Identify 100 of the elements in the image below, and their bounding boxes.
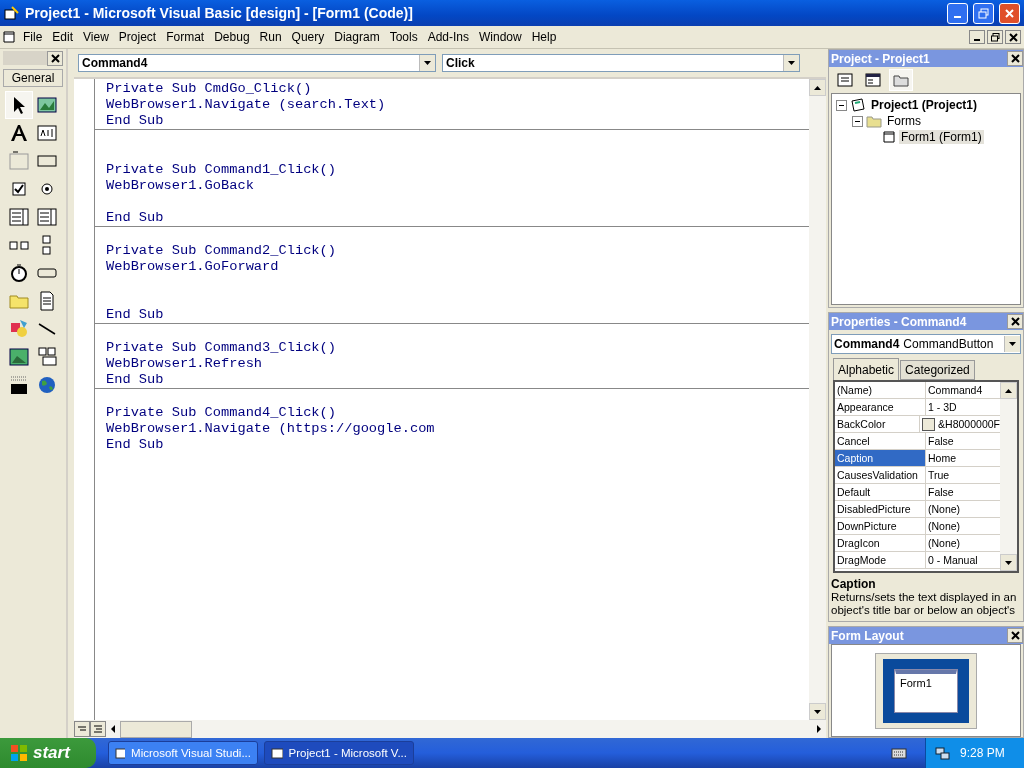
menu-item[interactable]: Add-Ins	[423, 30, 473, 44]
property-name[interactable]: DragIcon	[835, 535, 926, 552]
picture-icon	[37, 95, 57, 115]
data-icon	[37, 347, 57, 367]
taskbar-button[interactable]: Project1 - Microsoft V...	[264, 741, 414, 765]
property-value[interactable]: &H8000000F	[920, 416, 1000, 433]
close-button[interactable]	[1005, 30, 1021, 44]
tab[interactable]: Alphabetic	[833, 358, 900, 381]
property-name[interactable]: Default	[835, 484, 926, 501]
description-title: Caption	[831, 577, 877, 592]
listbox-icon	[37, 207, 57, 227]
windows-logo-icon	[10, 744, 28, 762]
timer-icon	[9, 263, 29, 283]
property-name[interactable]: Cancel	[835, 433, 926, 450]
close-button[interactable]	[1007, 51, 1023, 66]
property-name[interactable]: DragMode	[835, 552, 926, 569]
property-value[interactable]: False	[926, 484, 1000, 501]
app-icon	[115, 746, 126, 760]
close-icon	[1008, 32, 1018, 42]
menu-item[interactable]: Tools	[385, 30, 422, 44]
caret-icon	[814, 709, 821, 714]
code-line: WebBrowser1.Navigate (https://google.com	[106, 421, 436, 437]
tool-button[interactable]	[5, 91, 33, 119]
menu-item[interactable]: Format	[162, 30, 209, 44]
code-line: Private Sub Command3_Click()	[106, 340, 337, 356]
scrollbar-thumb[interactable]	[120, 720, 192, 738]
form-icon	[882, 130, 896, 144]
close-button[interactable]	[1007, 628, 1023, 644]
vertical-scrollbar[interactable]	[809, 79, 826, 720]
property-value[interactable]: (None)	[926, 518, 1000, 535]
code-line: Private Sub Command1_Click()	[106, 162, 337, 178]
network-icon[interactable]	[934, 745, 950, 761]
tree-item[interactable]: Form1 (Form1)	[899, 130, 984, 144]
code-line: WebBrowser1.GoForward	[106, 259, 280, 275]
taskbar-button[interactable]: Microsoft Visual Studi...	[108, 741, 258, 765]
menu-item[interactable]: Diagram	[330, 30, 384, 44]
property-name[interactable]: Appearance	[835, 399, 926, 416]
property-name[interactable]: DisabledPicture	[835, 501, 926, 518]
folder-icon	[893, 73, 909, 87]
shapes-icon	[9, 319, 29, 339]
full-module-view-button[interactable]	[90, 721, 106, 737]
menu-item[interactable]: File	[19, 30, 47, 44]
toggle-folders-button[interactable]	[889, 69, 913, 91]
property-value[interactable]: 1 - 3D	[926, 399, 1000, 416]
globe-icon	[37, 375, 57, 395]
label-icon	[9, 123, 29, 143]
app-icon	[271, 746, 283, 760]
caret-icon	[1005, 388, 1012, 393]
menu-item[interactable]: View	[79, 30, 113, 44]
object-combo[interactable]: Command4 CommandButton	[831, 334, 1021, 355]
close-button[interactable]	[1007, 314, 1023, 330]
property-name[interactable]: CausesValidation	[835, 467, 926, 484]
restore-button[interactable]	[987, 30, 1003, 44]
menu-item[interactable]: Project	[114, 30, 161, 44]
form-preview[interactable]: Form1	[895, 670, 957, 713]
property-value[interactable]: Home	[926, 450, 1000, 467]
caret-icon	[1009, 342, 1016, 347]
lines-icon	[93, 724, 103, 734]
expander-toggle[interactable]	[852, 115, 863, 127]
property-name[interactable]: (Name)	[835, 382, 926, 399]
property-value[interactable]: False	[926, 433, 1000, 450]
menu-item[interactable]: Window	[475, 30, 526, 44]
expander-toggle[interactable]	[836, 99, 847, 111]
object-combo[interactable]: Command4	[78, 54, 436, 72]
property-value[interactable]: 0 - Manual	[926, 552, 1000, 569]
property-name[interactable]: BackColor	[835, 416, 921, 433]
code-window-icon	[837, 73, 853, 87]
minimize-icon	[954, 16, 961, 18]
tab[interactable]: Categorized	[900, 360, 975, 381]
menu-item[interactable]: Help	[527, 30, 561, 44]
code-line: End Sub	[106, 307, 165, 323]
menu-item[interactable]: Debug	[210, 30, 254, 44]
keyboard-icon[interactable]	[891, 747, 907, 759]
property-name[interactable]: DownPicture	[835, 518, 926, 535]
vertical-scrollbar[interactable]	[1000, 382, 1017, 572]
start-button[interactable]: start	[0, 738, 96, 768]
menu-item[interactable]: Edit	[48, 30, 78, 44]
file-list-icon	[37, 291, 57, 311]
tree-item[interactable]: Forms	[885, 114, 923, 128]
tree-item[interactable]: Project1 (Project1)	[869, 98, 980, 112]
code-line: End Sub	[106, 210, 165, 226]
property-value[interactable]: Command4	[926, 382, 1000, 399]
property-value[interactable]: True	[926, 467, 1000, 484]
close-icon	[1010, 54, 1020, 63]
panel-title: Project - Project1	[831, 51, 930, 66]
toolbox-tab[interactable]: General	[3, 69, 63, 87]
caret-icon	[1005, 560, 1012, 565]
menu-item[interactable]: Run	[255, 30, 286, 44]
close-button[interactable]	[47, 51, 63, 66]
property-value[interactable]: (None)	[926, 535, 1000, 552]
property-value[interactable]: (None)	[926, 501, 1000, 518]
menu-item[interactable]: Query	[287, 30, 329, 44]
minimize-button[interactable]	[969, 30, 985, 44]
textbox-icon	[37, 123, 57, 143]
procedure-combo[interactable]: Click	[442, 54, 800, 72]
property-name[interactable]: Caption	[835, 450, 926, 467]
code-line: Private Sub Command4_Click()	[106, 405, 337, 421]
procedure-view-button[interactable]	[74, 721, 90, 737]
panel-title: Properties - Command4	[831, 314, 967, 329]
restore-icon	[978, 7, 989, 19]
